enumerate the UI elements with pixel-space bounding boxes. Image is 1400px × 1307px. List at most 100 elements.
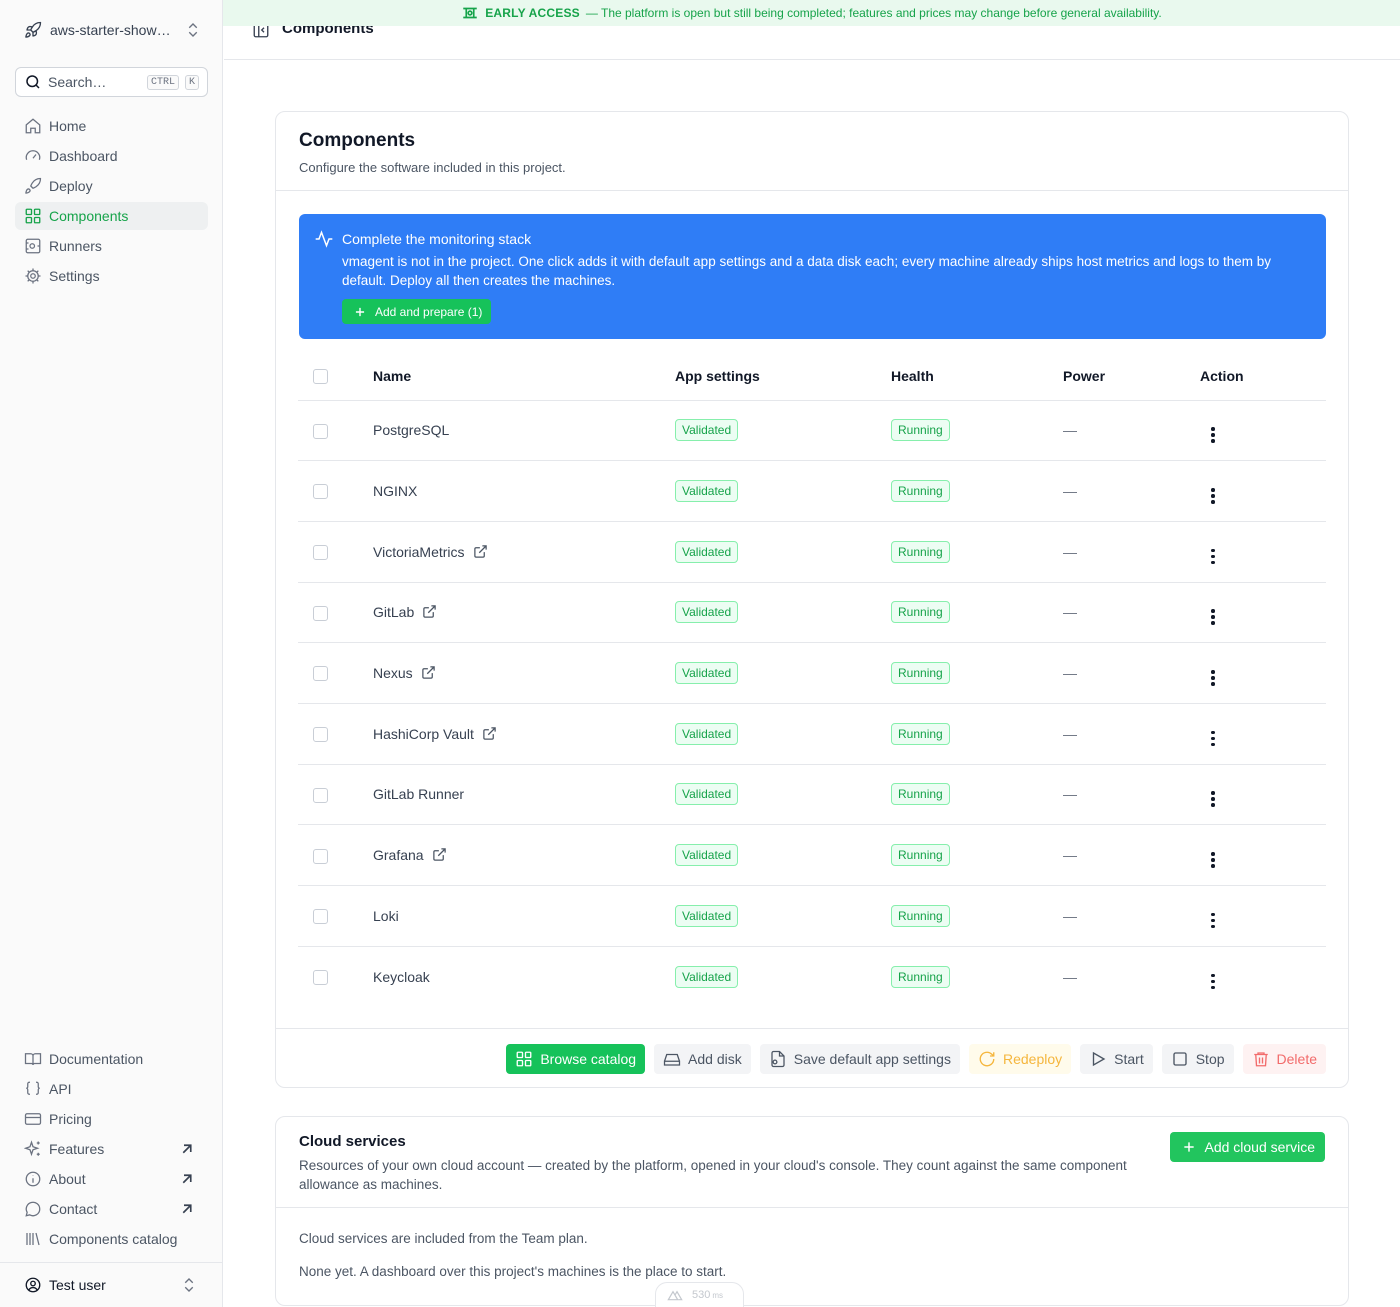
power-cell: — <box>1063 946 1200 1007</box>
grid-icon <box>515 1050 533 1068</box>
select-all-checkbox[interactable] <box>313 369 328 385</box>
app-settings-cell: Validated <box>675 460 891 522</box>
sidebar-item-settings[interactable]: Settings <box>15 262 208 290</box>
sidebar-item-components-catalog[interactable]: Components catalog <box>15 1225 208 1253</box>
more-actions-icon[interactable] <box>1211 791 1215 807</box>
sidebar-item-components[interactable]: Components <box>15 202 208 230</box>
table-row: VictoriaMetrics Validated Running — <box>298 521 1326 583</box>
sidebar: aws-starter-showc… Search… CTRL K Home D… <box>0 0 223 1307</box>
delete-button[interactable]: Delete <box>1242 1043 1326 1074</box>
plus-icon <box>351 305 369 319</box>
power-cell: — <box>1063 642 1200 704</box>
sidebar-item-runners[interactable]: Runners <box>15 232 208 260</box>
power-value: — <box>1063 847 1077 864</box>
more-actions-icon[interactable] <box>1211 852 1215 868</box>
more-actions-icon[interactable] <box>1211 427 1215 443</box>
sidebar-item-contact[interactable]: Contact <box>15 1195 208 1223</box>
save-default-app-settings-button[interactable]: Save default app settings <box>759 1043 960 1074</box>
user-menu[interactable]: Test user <box>0 1262 222 1307</box>
info-icon <box>24 1170 42 1188</box>
more-actions-icon[interactable] <box>1211 548 1215 565</box>
table-row: Keycloak Validated Running — <box>298 946 1326 1007</box>
app-settings-badge: Validated <box>675 904 739 927</box>
sidebar-item-about[interactable]: About <box>15 1165 208 1193</box>
cloud-services-description: Resources of your own cloud account — cr… <box>299 1158 1127 1192</box>
app-settings-cell: Validated <box>675 885 891 947</box>
sidebar-item-label: Pricing <box>49 1111 92 1127</box>
app-settings-cell: Validated <box>675 764 891 826</box>
row-checkbox[interactable] <box>313 909 328 925</box>
components-title: Components <box>299 130 416 151</box>
app-settings-cell: Validated <box>675 400 891 462</box>
sidebar-item-api[interactable]: API <box>15 1075 208 1103</box>
row-checkbox[interactable] <box>313 484 328 500</box>
row-checkbox[interactable] <box>313 605 328 621</box>
row-checkbox[interactable] <box>313 545 328 561</box>
project-name: aws-starter-showc… <box>50 22 176 38</box>
row-checkbox[interactable] <box>313 970 328 986</box>
components-table: Name App settings Health Power Action Po… <box>298 352 1326 1007</box>
row-checkbox[interactable] <box>313 848 328 864</box>
more-actions-icon[interactable] <box>1211 488 1215 504</box>
row-checkbox[interactable] <box>313 666 328 682</box>
table-row: PostgreSQL Validated Running — <box>298 400 1326 462</box>
project-switcher[interactable]: aws-starter-showc… <box>16 14 208 46</box>
power-value: — <box>1063 907 1077 924</box>
sidebar-item-features[interactable]: Features <box>15 1135 208 1163</box>
sparkles-icon <box>24 1140 42 1158</box>
add-cloud-service-button[interactable]: Add cloud service <box>1170 1132 1325 1162</box>
more-actions-icon[interactable] <box>1211 609 1215 625</box>
sidebar-item-label: Home <box>49 118 87 134</box>
search-input[interactable]: Search… CTRL K <box>15 67 208 97</box>
divider <box>276 1207 1348 1208</box>
more-actions-icon[interactable] <box>1211 730 1215 747</box>
health-badge: Running <box>891 480 950 503</box>
health-cell: Running <box>891 642 1063 704</box>
save-default-app-settings-label: Save default app settings <box>793 1050 951 1067</box>
power-value: — <box>1063 543 1077 560</box>
app-settings-cell: Validated <box>675 582 891 644</box>
add-and-prepare-button[interactable]: Add and prepare (1) <box>342 299 492 324</box>
start-button[interactable]: Start <box>1080 1043 1153 1074</box>
sidebar-item-label: Dashboard <box>49 148 118 164</box>
nuxt-icon <box>666 1287 684 1303</box>
main-nav: Home Dashboard Deploy Components Runners… <box>15 112 208 292</box>
more-actions-icon[interactable] <box>1211 670 1215 686</box>
add-disk-button[interactable]: Add disk <box>654 1043 751 1074</box>
stop-button[interactable]: Stop <box>1161 1043 1234 1074</box>
external-link-icon[interactable] <box>482 726 497 741</box>
sidebar-item-deploy[interactable]: Deploy <box>15 172 208 200</box>
money-icon <box>461 5 479 21</box>
sidebar-item-label: About <box>49 1171 86 1187</box>
app-settings-cell: Validated <box>675 521 891 583</box>
sidebar-item-pricing[interactable]: Pricing <box>15 1105 208 1133</box>
sidebar-item-documentation[interactable]: Documentation <box>15 1045 208 1073</box>
external-link-icon[interactable] <box>422 604 437 619</box>
power-value: — <box>1063 968 1077 985</box>
chevron-up-down-icon <box>180 1276 198 1294</box>
external-link-icon[interactable] <box>421 665 436 680</box>
gear-icon <box>24 267 42 285</box>
row-checkbox[interactable] <box>313 727 328 743</box>
plus-icon <box>1180 1139 1198 1155</box>
row-checkbox[interactable] <box>313 423 328 439</box>
redeploy-button[interactable]: Redeploy <box>968 1043 1072 1074</box>
row-checkbox[interactable] <box>313 787 328 803</box>
external-link-icon[interactable] <box>432 847 447 862</box>
sidebar-item-home[interactable]: Home <box>15 112 208 140</box>
more-actions-icon[interactable] <box>1211 912 1215 929</box>
power-value: — <box>1063 725 1077 742</box>
power-value: — <box>1063 483 1077 500</box>
browse-catalog-button[interactable]: Browse catalog <box>506 1043 646 1074</box>
action-cell <box>1200 521 1326 583</box>
kbd-k: K <box>184 74 199 90</box>
more-actions-icon[interactable] <box>1211 973 1215 990</box>
components-table-body: PostgreSQL Validated Running — NGINX Validate… <box>298 400 1326 1007</box>
browse-catalog-label: Browse catalog <box>540 1050 637 1067</box>
sidebar-item-label: Features <box>49 1141 105 1157</box>
external-link-icon[interactable] <box>473 544 488 559</box>
sidebar-item-dashboard[interactable]: Dashboard <box>15 142 208 170</box>
table-row: Loki Validated Running — <box>298 885 1326 947</box>
delete-label: Delete <box>1276 1050 1317 1067</box>
app-settings-badge: Validated <box>675 844 739 867</box>
